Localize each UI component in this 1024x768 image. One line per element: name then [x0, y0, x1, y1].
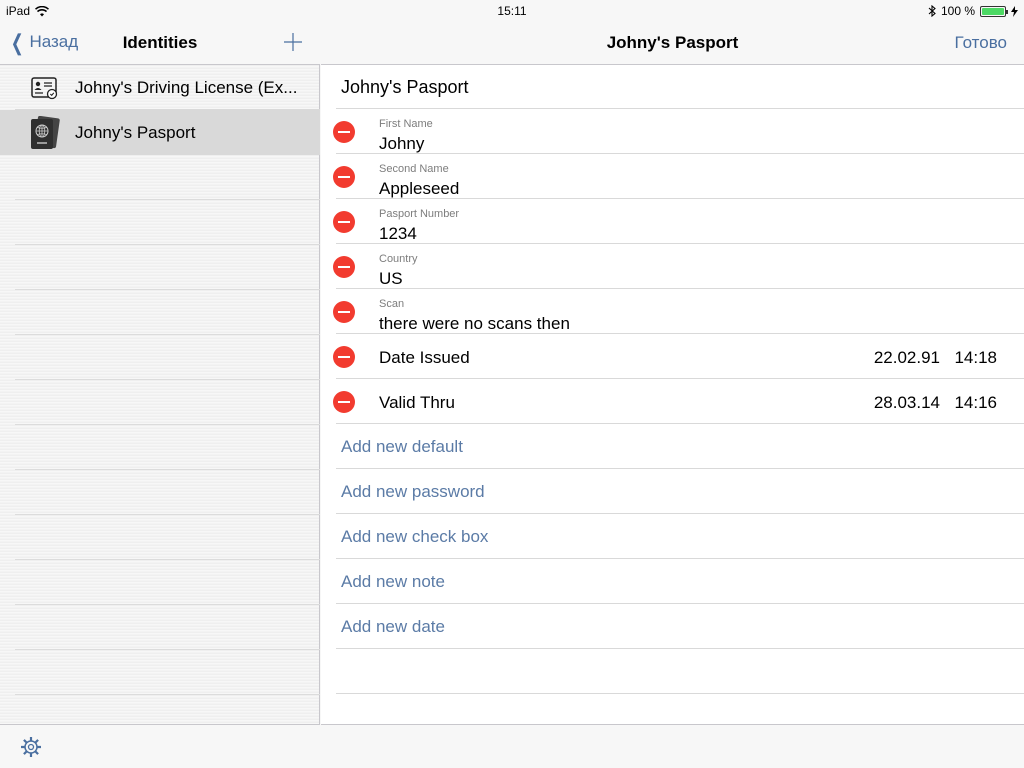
delete-field-button[interactable]: [333, 346, 355, 368]
battery-percent: 100 %: [940, 4, 975, 18]
field-scan[interactable]: Scan there were no scans then: [321, 289, 1024, 334]
identities-list: Johny's Driving License (Ex... Johny's P…: [0, 65, 320, 695]
status-right: 100 %: [928, 4, 1018, 18]
field-label: Pasport Number: [379, 208, 460, 220]
gear-icon: [21, 737, 41, 757]
field-pasport-number[interactable]: Pasport Number 1234: [321, 199, 1024, 244]
charging-icon: [1011, 5, 1018, 17]
field-date-issued[interactable]: Date Issued 22.02.91 14:18: [321, 334, 1024, 379]
add-identity-button[interactable]: [284, 26, 302, 58]
empty-row: [0, 290, 320, 335]
field-label: Second Name: [379, 163, 449, 175]
field-label: First Name: [379, 118, 433, 130]
field-label: Country: [379, 253, 418, 265]
sidebar-item-pasport[interactable]: Johny's Pasport: [0, 110, 320, 155]
identities-sidebar: ❮ Назад Identities Johny's Driving Licen…: [0, 0, 320, 768]
status-time: 15:11: [497, 4, 527, 18]
plus-icon: [284, 33, 302, 51]
field-value[interactable]: US: [379, 269, 403, 289]
add-date-button[interactable]: Add new date: [321, 604, 1024, 649]
settings-button[interactable]: [20, 736, 42, 763]
date-field-label: Date Issued: [379, 348, 470, 367]
sidebar-item-label: Johny's Driving License (Ex...: [75, 77, 298, 97]
sidebar-nav-bar: ❮ Назад Identities: [0, 20, 320, 65]
detail-toolbar: [321, 724, 1024, 768]
bluetooth-icon: [928, 5, 936, 17]
empty-row: [321, 649, 1024, 694]
passport-icon: [25, 115, 65, 149]
empty-row: [0, 425, 320, 470]
battery-icon: [980, 5, 1008, 17]
time-value[interactable]: 14:16: [954, 393, 997, 413]
field-value[interactable]: Johny: [379, 134, 424, 154]
field-first-name[interactable]: First Name Johny: [321, 109, 1024, 154]
field-second-name[interactable]: Second Name Appleseed: [321, 154, 1024, 199]
detail-nav-bar: Johny's Pasport Готово: [321, 20, 1024, 65]
field-valid-thru[interactable]: Valid Thru 28.03.14 14:16: [321, 379, 1024, 424]
empty-row: [0, 560, 320, 605]
add-note-button[interactable]: Add new note: [321, 559, 1024, 604]
field-country[interactable]: Country US: [321, 244, 1024, 289]
field-label: Scan: [379, 298, 405, 310]
sidebar-item-driving-license[interactable]: Johny's Driving License (Ex...: [0, 65, 320, 110]
empty-row: [0, 200, 320, 245]
delete-field-button[interactable]: [333, 256, 355, 278]
delete-field-button[interactable]: [333, 211, 355, 233]
empty-row: [0, 380, 320, 425]
id-card-icon: [25, 73, 65, 103]
sidebar-item-label: Johny's Pasport: [75, 122, 196, 142]
field-value[interactable]: 1234: [379, 224, 417, 244]
sidebar-title: Identities: [122, 33, 198, 52]
empty-row: [0, 245, 320, 290]
empty-row: [0, 155, 320, 200]
delete-field-button[interactable]: [333, 391, 355, 413]
date-field-label: Valid Thru: [379, 393, 455, 412]
field-value[interactable]: there were no scans then: [379, 314, 570, 334]
delete-field-button[interactable]: [333, 166, 355, 188]
empty-row: [0, 515, 320, 560]
done-button[interactable]: Готово: [955, 33, 1008, 53]
empty-row: [0, 470, 320, 515]
record-title[interactable]: Johny's Pasport: [321, 65, 1024, 109]
detail-pane: Johny's Pasport Готово Johny's Pasport F…: [321, 0, 1024, 768]
field-value[interactable]: Appleseed: [379, 179, 459, 199]
empty-row: [0, 650, 320, 695]
add-password-button[interactable]: Add new password: [321, 469, 1024, 514]
date-value[interactable]: 28.03.14: [874, 393, 940, 413]
status-bar: iPad 15:11 100 %: [0, 0, 1024, 20]
add-default-button[interactable]: Add new default: [321, 424, 1024, 469]
empty-row: [0, 335, 320, 380]
sidebar-toolbar: [0, 724, 320, 768]
detail-body: Johny's Pasport First Name Johny Second …: [321, 65, 1024, 694]
date-value[interactable]: 22.02.91: [874, 348, 940, 368]
detail-nav-title: Johny's Pasport: [606, 33, 739, 52]
record-title-text: Johny's Pasport: [341, 76, 469, 97]
add-check-box-button[interactable]: Add new check box: [321, 514, 1024, 559]
empty-row: [0, 605, 320, 650]
delete-field-button[interactable]: [333, 121, 355, 143]
delete-field-button[interactable]: [333, 301, 355, 323]
time-value[interactable]: 14:18: [954, 348, 997, 368]
